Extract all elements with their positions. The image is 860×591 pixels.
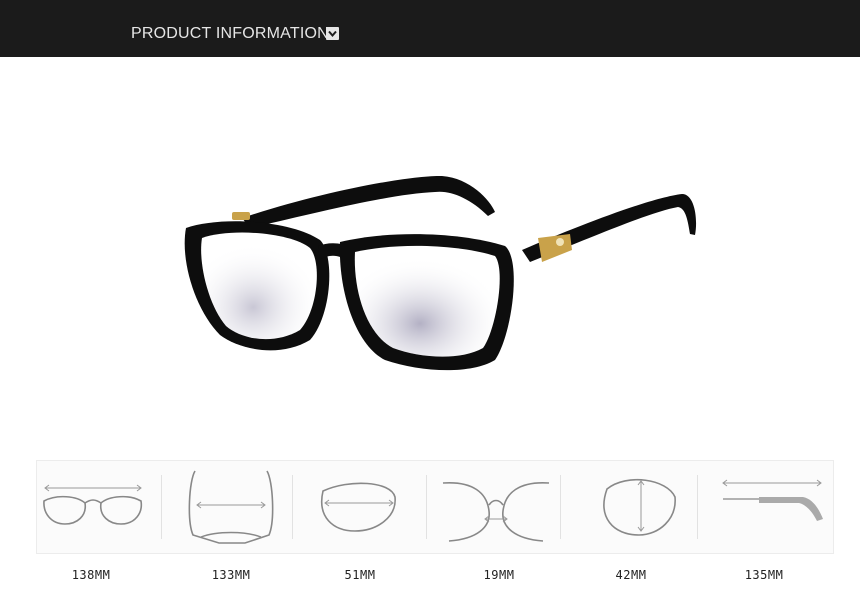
measurement-value: 133MM xyxy=(211,568,251,582)
frame-width-icon xyxy=(43,484,143,525)
divider xyxy=(560,475,561,539)
frame-top-width-icon xyxy=(188,470,274,544)
eyeglasses-photo xyxy=(184,175,697,371)
lens-width-icon xyxy=(320,482,396,532)
divider xyxy=(292,475,293,539)
header-bar: PRODUCT INFORMATION xyxy=(0,0,860,57)
measurement-value: 19MM xyxy=(483,568,515,582)
measurement-strip xyxy=(36,460,834,554)
temple-length-icon xyxy=(722,479,823,521)
measurement-value: 138MM xyxy=(71,568,111,582)
chevron-down-icon[interactable] xyxy=(326,27,339,40)
measurement-value: 42MM xyxy=(615,568,647,582)
divider xyxy=(697,475,698,539)
bridge-width-icon xyxy=(442,482,550,542)
divider xyxy=(161,475,162,539)
measurement-value: 51MM xyxy=(344,568,376,582)
lens-height-icon xyxy=(603,478,676,536)
section-title: PRODUCT INFORMATION xyxy=(131,25,329,42)
measurement-value: 135MM xyxy=(744,568,784,582)
divider xyxy=(426,475,427,539)
